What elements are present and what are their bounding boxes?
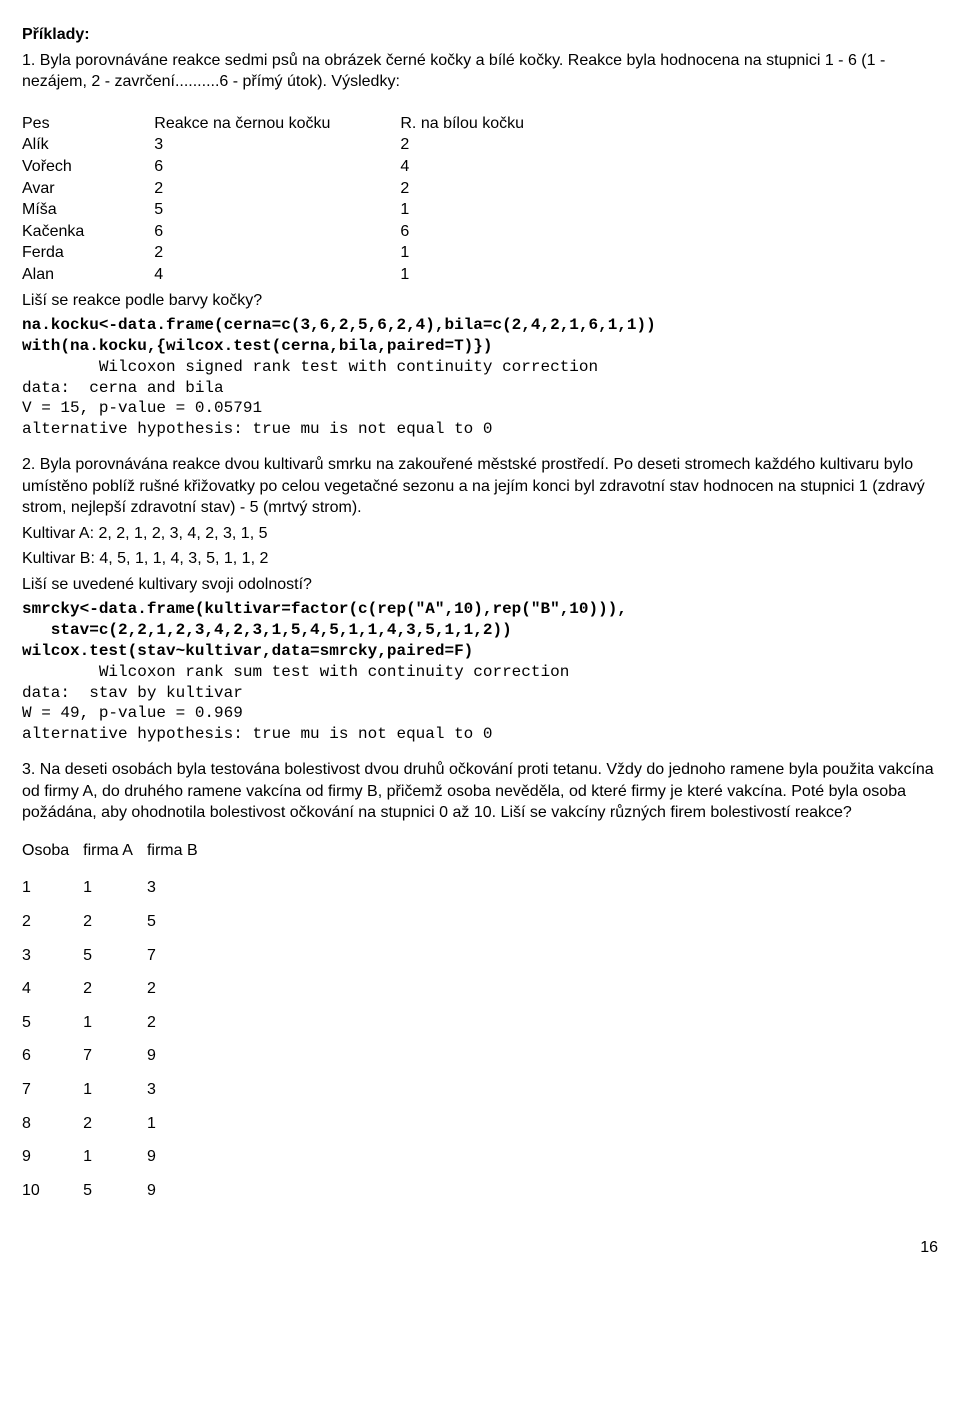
ex2-kultivar-b: Kultivar B: 4, 5, 1, 1, 4, 3, 5, 1, 1, 2 — [22, 548, 938, 570]
ex2-para: 2. Byla porovnávána reakce dvou kultivar… — [22, 454, 938, 519]
ex1-output-line: alternative hypothesis: true mu is not e… — [22, 419, 938, 440]
table-row: 113 — [22, 871, 212, 905]
ex1-output-line: data: cerna and bila — [22, 378, 938, 399]
table-row: 1059 — [22, 1174, 212, 1208]
ex1-code-line: with(na.kocku,{wilcox.test(cerna,bila,pa… — [22, 336, 938, 357]
table-row: 679 — [22, 1039, 212, 1073]
col-pes: Pes — [22, 113, 154, 135]
ex2-output-line: alternative hypothesis: true mu is not e… — [22, 724, 938, 745]
table-header-row: Osoba firma A firma B — [22, 834, 212, 872]
ex3-table: Osoba firma A firma B 113 225 357 422 51… — [22, 834, 212, 1208]
ex1-question: Liší se reakce podle barvy kočky? — [22, 290, 938, 312]
ex2-code-line: stav=c(2,2,1,2,3,4,2,3,1,5,4,5,1,1,4,3,5… — [22, 620, 938, 641]
ex1-output-line: V = 15, p-value = 0.05791 — [22, 398, 938, 419]
col-firma-a: firma A — [83, 834, 147, 872]
table-header-row: Pes Reakce na černou kočku R. na bílou k… — [22, 113, 594, 135]
ex2-output-line: W = 49, p-value = 0.969 — [22, 703, 938, 724]
table-row: 821 — [22, 1107, 212, 1141]
ex1-output-line: Wilcoxon signed rank test with continuit… — [22, 357, 938, 378]
table-row: Kačenka66 — [22, 221, 594, 243]
ex2-output-line: Wilcoxon rank sum test with continuity c… — [22, 662, 938, 683]
col-firma-b: firma B — [147, 834, 212, 872]
ex2-question: Liší se uvedené kultivary svoji odolnost… — [22, 574, 938, 596]
table-row: 225 — [22, 905, 212, 939]
table-row: 357 — [22, 939, 212, 973]
table-row: Alík32 — [22, 134, 594, 156]
ex2-output-line: data: stav by kultivar — [22, 683, 938, 704]
col-cerna: Reakce na černou kočku — [154, 113, 400, 135]
table-row: 512 — [22, 1006, 212, 1040]
heading: Příklady: — [22, 24, 938, 46]
page-number: 16 — [22, 1237, 938, 1259]
ex2-code-line: wilcox.test(stav~kultivar,data=smrcky,pa… — [22, 641, 938, 662]
col-bila: R. na bílou kočku — [400, 113, 594, 135]
table-row: 919 — [22, 1140, 212, 1174]
table-row: Ferda21 — [22, 242, 594, 264]
table-row: Míša51 — [22, 199, 594, 221]
table-row: 713 — [22, 1073, 212, 1107]
ex3-para: 3. Na deseti osobách byla testována bole… — [22, 759, 938, 824]
table-row: Avar22 — [22, 178, 594, 200]
ex1-intro: 1. Byla porovnáváne reakce sedmi psů na … — [22, 50, 938, 93]
ex1-code-line: na.kocku<-data.frame(cerna=c(3,6,2,5,6,2… — [22, 315, 938, 336]
ex1-table: Pes Reakce na černou kočku R. na bílou k… — [22, 113, 594, 286]
table-row: 422 — [22, 972, 212, 1006]
ex2-code-line: smrcky<-data.frame(kultivar=factor(c(rep… — [22, 599, 938, 620]
table-row: Vořech64 — [22, 156, 594, 178]
table-row: Alan41 — [22, 264, 594, 286]
ex2-kultivar-a: Kultivar A: 2, 2, 1, 2, 3, 4, 2, 3, 1, 5 — [22, 523, 938, 545]
col-osoba: Osoba — [22, 834, 83, 872]
